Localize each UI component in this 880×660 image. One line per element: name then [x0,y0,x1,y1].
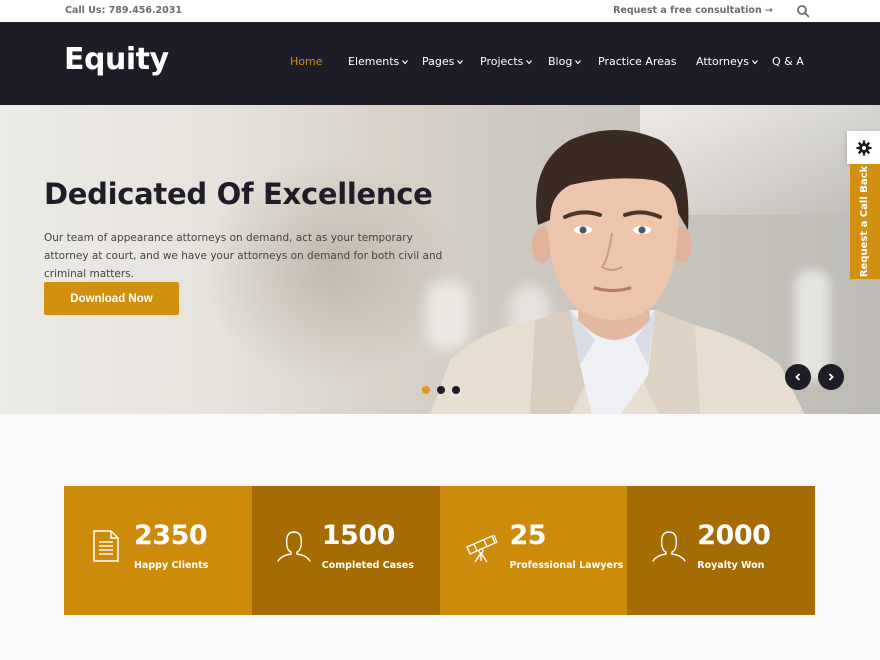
nav-projects[interactable]: Projects [480,55,533,68]
slider-pagination [422,386,460,394]
person-icon [652,531,686,562]
nav-label: Elements [348,55,400,68]
nav-elements[interactable]: Elements [348,55,409,68]
chevron-down-icon [752,59,758,64]
stat-value: 25 [509,520,547,551]
stat-label: Happy Clients [134,560,209,571]
chevron-down-icon [575,59,582,64]
chevron-down-icon [402,59,409,64]
gear-icon [856,140,871,155]
request-consultation-link[interactable]: Request a free consultation → [613,5,773,16]
person-icon [277,531,311,562]
stat-label: Professional Lawyers [509,560,624,571]
hero-slider: Dedicated Of Excellence Our team of appe… [0,105,880,414]
telescope-icon [465,534,498,563]
stat-completed-cases: 1500 Completed Cases [251,486,440,615]
nav-label: Attorneys [696,55,749,68]
nav-label: Pages [422,55,455,68]
slide-dot-1[interactable] [422,386,430,394]
nav-label: Home [290,55,323,68]
chevron-right-icon [828,373,834,381]
nav-label: Projects [480,55,524,68]
slider-prev-button[interactable] [785,364,811,390]
stat-value: 1500 [321,520,396,551]
slide-dot-3[interactable] [452,386,460,394]
nav-attorneys[interactable]: Attorneys [696,55,758,68]
request-call-back-tab[interactable]: Request a Call Back [850,164,880,279]
attorney-portrait [430,130,805,414]
download-now-button[interactable]: Download Now [44,282,179,315]
nav-qa[interactable]: Q & A [772,55,804,68]
nav-blog[interactable]: Blog [548,55,582,68]
chevron-down-icon [526,59,533,64]
site-header: Equity Home Elements Pages Projects Blog… [0,22,880,105]
slide-dot-2[interactable] [437,386,445,394]
nav-pages[interactable]: Pages [422,55,464,68]
document-icon [93,530,119,562]
stat-value: 2000 [697,520,771,551]
nav-label: Q & A [772,55,804,68]
top-bar: Call Us: 789.456.2031 Request a free con… [0,0,880,22]
call-back-label: Request a Call Back [859,165,871,278]
settings-toggle[interactable] [847,131,880,164]
stats-section: 2350 Happy Clients 1500 Completed Cases … [64,486,815,615]
stat-label: Royalty Won [697,560,765,571]
nav-label: Blog [548,55,573,68]
stat-happy-clients: 2350 Happy Clients [64,486,252,615]
search-icon[interactable] [796,4,810,18]
stat-royalty-won: 2000 Royalty Won [627,486,815,615]
nav-label: Practice Areas [598,55,677,68]
hero-description: Our team of appearance attorneys on dema… [44,232,443,280]
stat-professional-lawyers: 25 Professional Lawyers [439,486,628,615]
slider-next-button[interactable] [818,364,844,390]
phone-number: Call Us: 789.456.2031 [65,5,182,16]
chevron-down-icon [457,59,464,64]
nav-home[interactable]: Home [290,55,322,68]
nav-practice-areas[interactable]: Practice Areas [598,55,676,68]
stat-value: 2350 [134,520,208,551]
hero-title: Dedicated Of Excellence [44,177,433,211]
main-nav: Home Elements Pages Projects Blog Practi… [0,55,880,75]
chevron-left-icon [795,373,801,381]
stat-label: Completed Cases [321,560,414,571]
